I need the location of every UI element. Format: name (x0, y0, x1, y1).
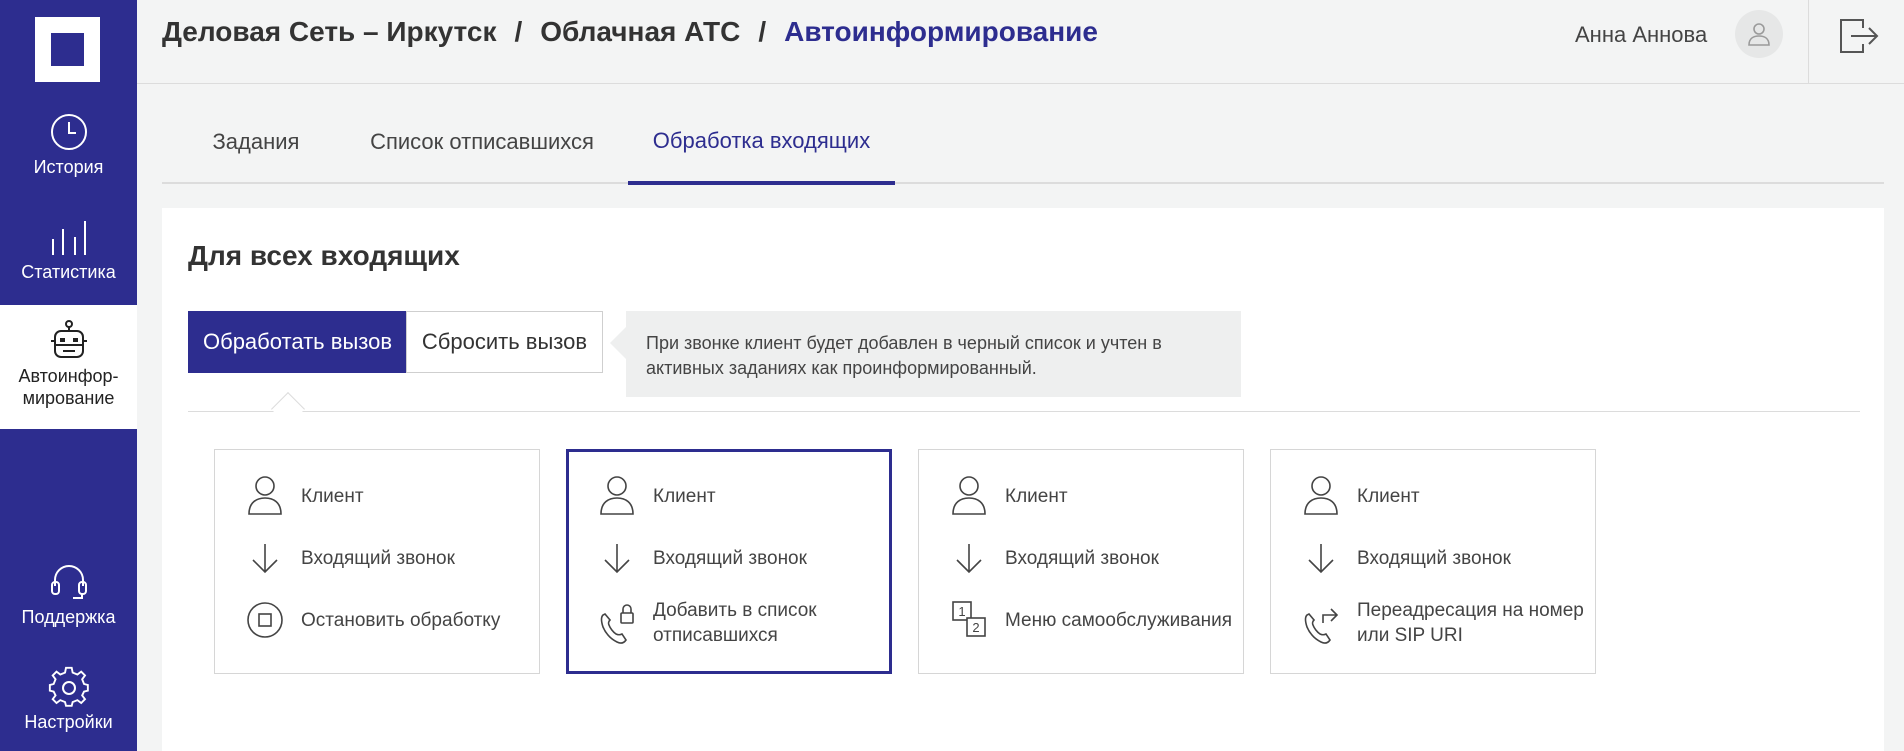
sidebar-item-label: Статистика (21, 262, 116, 282)
clock-icon (50, 114, 87, 150)
tab-incoming-processing[interactable]: Обработка входящих (628, 100, 895, 185)
card-row-client: Клиент (949, 474, 1245, 518)
reset-call-button[interactable]: Сбросить вызов (406, 311, 603, 373)
sidebar-item-history[interactable]: История (0, 110, 137, 200)
header-divider (1808, 0, 1809, 84)
sidebar-item-label: Настройки (24, 712, 113, 732)
stop-icon (247, 602, 283, 638)
tab-unsubscribed-list[interactable]: Список отписавшихся (346, 100, 618, 184)
person-icon (600, 476, 634, 515)
card-row-client: Клиент (245, 474, 541, 518)
sidebar-item-settings[interactable]: Настройки (0, 665, 137, 751)
avatar[interactable] (1735, 10, 1783, 58)
card-row-client: Клиент (597, 474, 893, 518)
scenario-card-stop[interactable]: Клиент Входящий звонок Остановить обрабо… (214, 449, 540, 674)
card-row-text: Клиент (1005, 485, 1068, 507)
card-row-text: Входящий звонок (1357, 547, 1511, 569)
bar-chart-icon (51, 221, 86, 255)
headset-icon (50, 565, 87, 599)
menu-12-icon: 1 2 (952, 601, 986, 637)
svg-text:1: 1 (958, 604, 965, 619)
card-row-action: Переадресация на номер или SIP URI (1301, 598, 1597, 648)
gear-icon (48, 666, 89, 707)
card-row-text: Добавить в список отписавшихся (653, 600, 817, 646)
user-icon (1748, 23, 1770, 46)
robot-icon (50, 320, 87, 358)
logo[interactable] (35, 17, 100, 82)
panel-title: Для всех входящих (188, 240, 460, 271)
sidebar-item-autoinform[interactable]: Автоинфор- мирование (0, 305, 137, 429)
card-row-text: Входящий звонок (301, 547, 455, 569)
scenario-card-ivr-menu[interactable]: Клиент Входящий звонок 1 2 Меню самообсл… (918, 449, 1244, 674)
tab-tasks[interactable]: Задания (186, 100, 326, 184)
card-row-client: Клиент (1301, 474, 1597, 518)
svg-text:2: 2 (972, 620, 979, 635)
breadcrumb-item-pbx[interactable]: Облачная АТС (540, 16, 740, 48)
card-row-text: Входящий звонок (653, 547, 807, 569)
card-row-incoming: Входящий звонок (245, 536, 541, 580)
divider (188, 411, 1860, 412)
card-row-action: Остановить обработку (245, 598, 541, 642)
phone-forward-icon (1304, 608, 1339, 644)
sidebar-item-support[interactable]: Поддержка (0, 560, 137, 650)
card-row-text: Клиент (301, 485, 364, 507)
card-row-action: 1 2 Меню самообслуживания (949, 598, 1245, 642)
arrow-down-icon (1308, 544, 1334, 574)
card-row-text: Остановить обработку (301, 609, 501, 631)
tabs: Задания Список отписавшихся Обработка вх… (162, 100, 1884, 185)
breadcrumb-item-current: Автоинформирование (784, 16, 1098, 47)
card-row-text: Переадресация на номер или SIP URI (1357, 600, 1584, 646)
sidebar-item-label: История (33, 157, 104, 177)
person-icon (952, 476, 986, 515)
process-call-button[interactable]: Обработать вызов (188, 311, 407, 373)
card-row-text: Клиент (653, 485, 716, 507)
card-row-text: Меню самообслуживания (1005, 609, 1233, 631)
sidebar-item-label: Поддержка (21, 607, 116, 627)
card-row-text: Клиент (1357, 485, 1420, 507)
info-note: При звонке клиент будет добавлен в черны… (610, 311, 1241, 397)
divider-notch (271, 392, 305, 426)
card-row-incoming: Входящий звонок (949, 536, 1245, 580)
arrow-down-icon (956, 544, 982, 574)
card-row-text: Входящий звонок (1005, 547, 1159, 569)
card-row-incoming: Входящий звонок (1301, 536, 1597, 580)
header: Деловая Сеть – Иркутск / Облачная АТС / … (137, 0, 1904, 84)
logout-icon[interactable] (1837, 14, 1881, 58)
scenario-card-forward[interactable]: Клиент Входящий звонок Переадресация на … (1270, 449, 1596, 674)
app: История Статистика Автоинфор- мирование (0, 0, 1904, 751)
sidebar-item-label: Автоинфор- мирование (18, 366, 119, 408)
sidebar-item-statistics[interactable]: Статистика (0, 215, 137, 305)
arrow-down-icon (604, 544, 630, 574)
breadcrumb-separator: / (758, 16, 767, 47)
person-icon (1304, 476, 1338, 515)
breadcrumb-item-org[interactable]: Деловая Сеть – Иркутск (162, 16, 496, 48)
phone-lock-icon (600, 604, 634, 644)
card-row-incoming: Входящий звонок (597, 536, 893, 580)
arrow-down-icon (252, 544, 278, 574)
card-row-action: Добавить в список отписавшихся (597, 598, 893, 648)
person-icon (248, 476, 282, 515)
breadcrumb: Деловая Сеть – Иркутск / Облачная АТС / … (162, 16, 1098, 48)
user-name[interactable]: Анна Аннова (1575, 22, 1707, 48)
sidebar: История Статистика Автоинфор- мирование (0, 0, 137, 751)
incoming-panel: Для всех входящих Обработать вызов Сброс… (162, 208, 1884, 751)
breadcrumb-separator: / (514, 16, 523, 47)
scenario-card-unsubscribe[interactable]: Клиент Входящий звонок Добавить в список… (566, 449, 892, 674)
